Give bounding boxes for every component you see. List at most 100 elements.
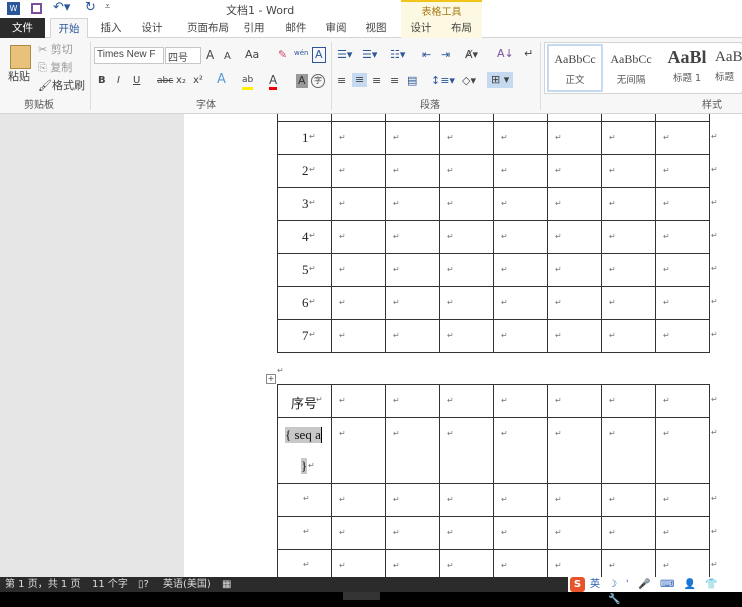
table-cell[interactable] (385, 417, 440, 484)
macro-icon[interactable]: ▦ (222, 577, 231, 592)
increase-indent-button[interactable]: ⇥ (441, 48, 450, 62)
paragraph-mark: ↵ (711, 165, 718, 174)
proofing-icon[interactable]: ▯? (138, 577, 149, 592)
ime-icons[interactable]: ☽ ʾ 🎤 ⌨ 👤 👕 🔧 (608, 577, 742, 607)
divider (540, 42, 541, 110)
bold-button[interactable]: B (98, 74, 106, 88)
subscript-button[interactable]: x₂ (176, 74, 186, 88)
paragraph-mark: ↵ (339, 429, 346, 438)
tab-table-layout[interactable]: 布局 (441, 18, 482, 38)
ime-mode[interactable]: 英 (590, 577, 600, 592)
show-marks-button[interactable]: ↵ (524, 47, 533, 61)
paragraph-mark: ↵ (309, 231, 316, 240)
paste-icon (10, 45, 31, 69)
align-center-button[interactable]: ≡ (352, 73, 368, 87)
seq-field-code[interactable]: { seq a (285, 427, 322, 443)
format-painter-button[interactable]: 🖌格式刷 (38, 79, 85, 93)
table-cell[interactable]: 3 (277, 187, 332, 221)
table-cell[interactable] (601, 417, 656, 484)
align-left-button[interactable]: ≡ (337, 74, 346, 88)
italic-button[interactable]: I (117, 74, 120, 88)
table-cell[interactable]: 6 (277, 286, 332, 320)
tab-file[interactable]: 文件 (0, 18, 45, 38)
decrease-indent-button[interactable]: ⇤ (422, 48, 431, 62)
paragraph-shading-button[interactable]: ◇▾ (462, 74, 476, 88)
paragraph-mark: ↵ (447, 429, 454, 438)
align-right-button[interactable]: ≡ (372, 74, 381, 88)
distributed-button[interactable]: ▤ (407, 74, 417, 88)
borders-button[interactable]: ⊞ ▾ (487, 72, 514, 88)
tab-home[interactable]: 开始 (50, 18, 88, 39)
redo-icon[interactable]: ↻ (85, 0, 96, 15)
table-cell[interactable] (493, 417, 548, 484)
tab-review[interactable]: 审阅 (320, 18, 352, 38)
format-painter-label: 格式刷 (51, 79, 85, 92)
language[interactable]: 英语(美国) (163, 577, 211, 592)
shrink-font-button[interactable]: A (224, 50, 231, 64)
paragraph-mark: ↵ (501, 133, 508, 142)
style-normal[interactable]: AaBbCc 正文 (547, 44, 603, 92)
highlight-button[interactable]: ab (242, 73, 254, 90)
seq-field-close[interactable]: } (301, 458, 308, 474)
line-spacing-button[interactable]: ↕≡▾ (431, 74, 455, 88)
bullets-button[interactable]: ☰▾ (337, 48, 352, 62)
clear-format-icon[interactable]: ✎ (278, 48, 287, 62)
font-size-select[interactable]: 四号 (165, 47, 201, 64)
font-name-select[interactable]: Times New F (94, 47, 164, 64)
char-border-button[interactable]: A (312, 47, 326, 63)
enclose-char-button[interactable]: 字 (311, 74, 325, 88)
style-name: 正文 (565, 75, 585, 86)
paragraph-mark: ↵ (447, 265, 454, 274)
tab-insert[interactable]: 插入 (95, 18, 127, 38)
undo-icon[interactable]: ↶▾ (53, 0, 70, 15)
tab-references[interactable]: 引用 (238, 18, 270, 38)
chinese-layout-button[interactable]: Ⱥ▾ (465, 48, 478, 62)
paragraph-mark: ↵ (555, 561, 562, 570)
strikethrough-button[interactable]: abc (157, 74, 173, 88)
table-cell[interactable] (331, 417, 386, 484)
tab-view[interactable]: 视图 (360, 18, 392, 38)
cut-button[interactable]: ✂ 剪切 (38, 43, 73, 57)
sort-button[interactable]: A↓ (497, 47, 514, 61)
table-move-handle-icon[interactable]: + (266, 374, 276, 384)
sogou-logo-icon[interactable]: S (570, 577, 585, 592)
copy-button[interactable]: ⎘ 复制 (38, 61, 72, 75)
underline-button[interactable]: U (133, 74, 140, 88)
save-icon[interactable] (31, 3, 42, 14)
style-title[interactable]: AaB 标题 (715, 44, 742, 92)
paste-button[interactable]: 粘贴 (8, 70, 30, 84)
table-cell[interactable]: 4 (277, 220, 332, 254)
page-count[interactable]: 第 1 页，共 1 页 (5, 577, 80, 592)
style-no-spacing[interactable]: AaBbCc 无间隔 (603, 44, 659, 92)
table-cell[interactable]: 5 (277, 253, 332, 287)
table-cell[interactable] (439, 417, 494, 484)
ribbon-tabs: 文件 开始 插入 设计 页面布局 引用 邮件 审阅 视图 设计 布局 (0, 18, 742, 39)
word-count[interactable]: 11 个字 (92, 577, 128, 592)
style-preview: AaB (715, 49, 742, 65)
table-cell[interactable] (655, 417, 710, 484)
table-cell[interactable]: 2 (277, 154, 332, 188)
grow-font-button[interactable]: A (206, 48, 214, 62)
table-cell[interactable]: { seq a} (277, 417, 332, 484)
table-cell[interactable]: 序号 (277, 384, 332, 418)
tab-design[interactable]: 设计 (136, 18, 168, 38)
tab-layout[interactable]: 页面布局 (178, 18, 238, 38)
superscript-button[interactable]: x² (193, 74, 203, 88)
multilevel-list-button[interactable]: ☷▾ (390, 48, 405, 62)
change-case-button[interactable]: Aa (245, 48, 259, 62)
style-heading-1[interactable]: AaBl 标题 1 (659, 44, 715, 92)
table-cell[interactable]: 7 (277, 319, 332, 353)
table-cell[interactable]: 1 (277, 121, 332, 155)
customize-qat-icon[interactable]: ⩡ (105, 2, 110, 12)
tab-table-design[interactable]: 设计 (401, 18, 441, 38)
char-shading-button[interactable]: A (296, 74, 308, 88)
paragraph-mark: ↵ (339, 528, 346, 537)
justify-button[interactable]: ≡ (390, 74, 399, 88)
phonetic-guide-button[interactable]: wén (294, 46, 308, 60)
numbering-button[interactable]: ☰▾ (362, 48, 377, 62)
tab-mailings[interactable]: 邮件 (280, 18, 312, 38)
font-color-button[interactable]: A (269, 73, 278, 90)
paragraph-mark: ↵ (501, 298, 508, 307)
table-cell[interactable] (547, 417, 602, 484)
text-effects-button[interactable]: A (217, 73, 226, 87)
